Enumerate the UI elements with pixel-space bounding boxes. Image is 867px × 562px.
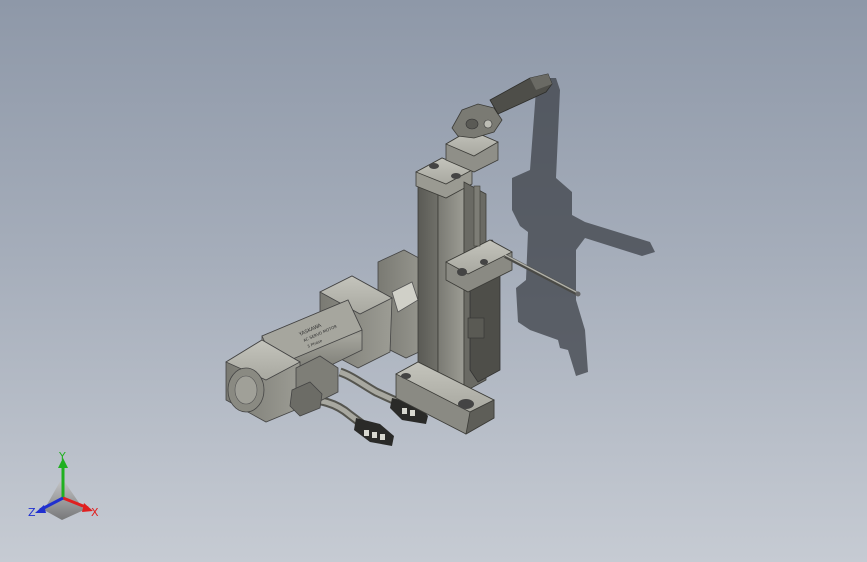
cad-scene[interactable]: YASKAWA AC SERVO MOTOR 3 Phase Y X Z — [0, 0, 867, 562]
z-axis-label: Z — [28, 506, 36, 519]
graphics-viewport[interactable]: YASKAWA AC SERVO MOTOR 3 Phase Y X Z — [0, 0, 867, 562]
connector-plug-1[interactable] — [354, 418, 394, 446]
y-axis-label: Y — [58, 450, 66, 463]
motor-cable-2[interactable] — [338, 367, 400, 407]
x-axis-label: X — [91, 506, 99, 519]
model-shadow — [512, 78, 655, 376]
view-orientation-triad[interactable]: Y X Z — [28, 450, 99, 520]
guide-rod — [473, 185, 481, 247]
toggle-clamp[interactable] — [445, 103, 503, 173]
